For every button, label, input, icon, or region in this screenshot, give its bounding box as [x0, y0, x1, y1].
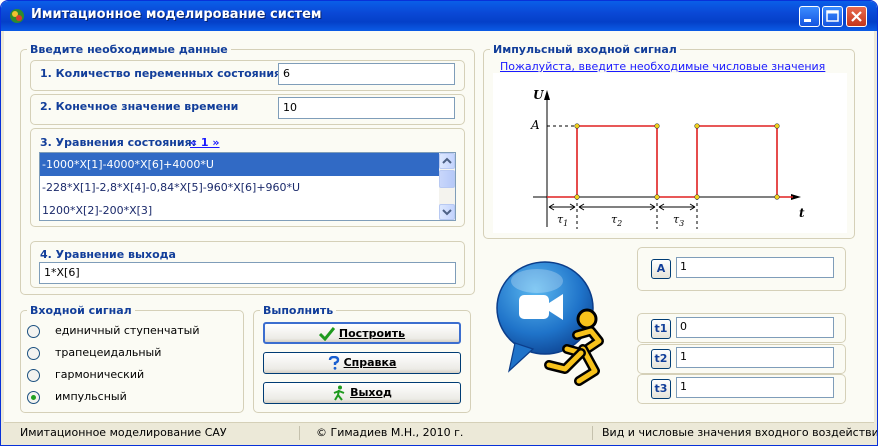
end-time-label: 2. Конечное значение времени — [40, 100, 239, 113]
pulse-hint-link[interactable]: Пожалуйста, введите необходимые числовые… — [500, 60, 825, 73]
close-icon — [851, 11, 862, 22]
param-t1-input[interactable]: 0 — [676, 317, 834, 338]
maximize-icon — [826, 10, 839, 22]
state-equations-list[interactable]: -1000*X[1]-4000*X[6]+4000*U -228*X[1]-2,… — [39, 152, 456, 221]
radio-button[interactable] — [27, 325, 40, 338]
running-man-icon — [333, 385, 345, 401]
app-icon — [10, 9, 24, 23]
param-t2-button[interactable]: t2 — [651, 349, 671, 369]
param-t1-button[interactable]: t1 — [651, 319, 671, 339]
output-equation-input[interactable]: 1*X[6] — [39, 262, 456, 284]
exit-button[interactable]: Выход — [263, 382, 461, 404]
minimize-icon — [804, 19, 811, 22]
build-button-label: Построить — [338, 327, 406, 340]
main-window: Имитационное моделирование систем Введит… — [0, 0, 878, 446]
equation-item[interactable]: -1000*X[1]-4000*X[6]+4000*U — [40, 153, 455, 176]
scroll-thumb[interactable] — [439, 170, 455, 188]
pulse-signal-legend: Импульсный входной сигнал — [493, 43, 677, 56]
radio-label: трапецеидальный — [55, 346, 162, 359]
amplitude-label: A — [530, 118, 540, 132]
radio-label: импульсный — [55, 390, 127, 403]
equations-scrollbar[interactable] — [439, 153, 455, 220]
scroll-up-button[interactable] — [439, 153, 455, 169]
chevron-down-icon — [442, 209, 452, 216]
state-count-input[interactable]: 6 — [278, 63, 455, 85]
title-bar[interactable]: Имитационное моделирование систем — [1, 1, 877, 31]
status-left: Имитационное моделирование САУ — [20, 426, 227, 439]
help-icon — [328, 356, 339, 370]
param-a-input[interactable]: 1 — [676, 257, 834, 278]
exit-button-label: Выход — [350, 386, 392, 399]
end-time-input[interactable]: 10 — [278, 97, 455, 119]
checkmark-icon — [318, 327, 335, 341]
equation-item[interactable]: -228*X[1]-2,8*X[4]-0,84*X[5]-960*X[6]+96… — [40, 176, 455, 199]
close-button[interactable] — [846, 6, 867, 27]
state-equations-label: 3. Уравнения состояния: — [40, 136, 197, 149]
video-chat-logo — [496, 261, 604, 386]
state-count-label: 1. Количество переменных состояния — [40, 67, 282, 80]
maximize-button[interactable] — [822, 6, 843, 27]
output-equation-label: 4. Уравнение выхода — [40, 248, 176, 261]
status-divider — [592, 426, 593, 440]
run-legend: Выполнить — [263, 304, 334, 317]
status-bar: Имитационное моделирование САУ © Гимадие… — [4, 422, 877, 443]
minimize-button[interactable] — [799, 6, 820, 27]
y-axis-label: U — [533, 88, 545, 102]
scroll-down-button[interactable] — [439, 204, 455, 220]
status-center: © Гимадиев М.Н., 2010 г. — [316, 426, 464, 439]
status-right: Вид и числовые значения входного воздейс… — [602, 426, 878, 439]
param-t3-button[interactable]: t3 — [651, 379, 671, 399]
param-t2-input[interactable]: 1 — [676, 347, 834, 368]
param-a-button[interactable]: A — [651, 259, 671, 279]
input-signal-legend: Входной сигнал — [30, 304, 132, 317]
window-title: Имитационное моделирование систем — [31, 7, 322, 22]
help-button[interactable]: Справка — [263, 352, 461, 374]
param-t3-input[interactable]: 1 — [676, 377, 834, 398]
equation-item[interactable]: 1200*X[2]-200*X[3] — [40, 199, 455, 220]
help-button-label: Справка — [343, 356, 397, 369]
radio-button[interactable] — [27, 369, 40, 382]
equations-page-link[interactable]: « 1 » — [190, 136, 220, 149]
pulse-signal-diagram: U t A τ1 τ2 τ3 — [493, 73, 847, 233]
build-button[interactable]: Построить — [263, 322, 461, 344]
input-data-legend: Введите необходимые данные — [30, 43, 228, 56]
radio-button-selected[interactable] — [27, 391, 40, 404]
x-axis-label: t — [799, 206, 805, 220]
chevron-up-icon — [442, 157, 452, 164]
radio-label: единичный ступенчатый — [55, 324, 200, 337]
status-divider — [299, 426, 300, 440]
radio-label: гармонический — [55, 368, 145, 381]
radio-button[interactable] — [27, 347, 40, 360]
